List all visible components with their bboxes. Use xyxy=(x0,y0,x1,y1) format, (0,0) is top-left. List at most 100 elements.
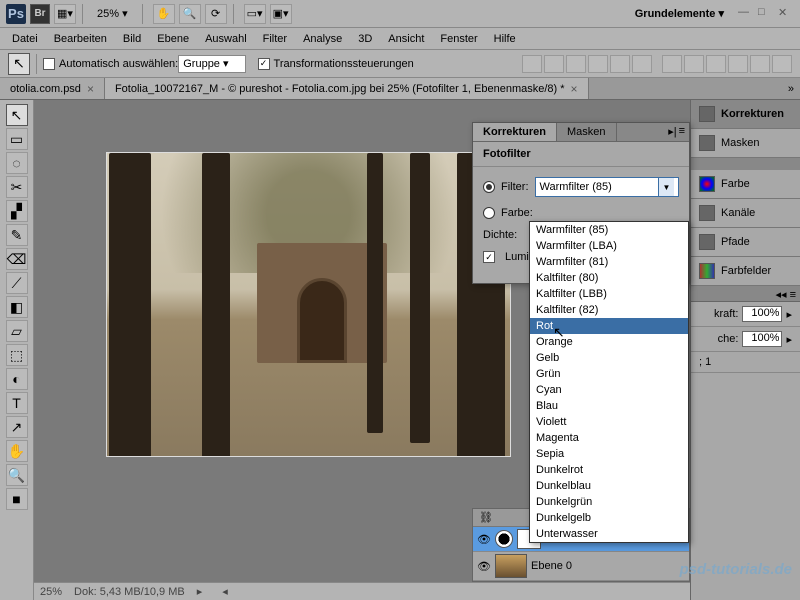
dropdown-item[interactable]: Sepia xyxy=(530,446,688,462)
shape-tool[interactable]: ▱ xyxy=(6,320,28,342)
document-tab[interactable]: otolia.com.psd× xyxy=(0,78,105,99)
chevron-down-icon[interactable]: ▼ xyxy=(658,178,674,196)
dropdown-item[interactable]: Warmfilter (LBA) xyxy=(530,238,688,254)
filter-dropdown[interactable]: Warmfilter (85) ▼ xyxy=(535,177,680,197)
farbe-radio[interactable] xyxy=(483,207,495,219)
gradient-tool[interactable]: ◧ xyxy=(6,296,28,318)
distribute-btn[interactable] xyxy=(706,55,726,73)
dropdown-item[interactable]: Kaltfilter (80) xyxy=(530,270,688,286)
eraser-tool[interactable]: ⌫ xyxy=(6,248,28,270)
distribute-btn[interactable] xyxy=(772,55,792,73)
dropdown-item[interactable]: Violett xyxy=(530,414,688,430)
dodge-tool[interactable]: ◐ xyxy=(6,368,28,390)
type-tool[interactable]: T xyxy=(6,392,28,414)
dropdown-item[interactable]: Dunkelblau xyxy=(530,478,688,494)
panel-kanaele[interactable]: Kanäle xyxy=(691,199,800,228)
dropdown-item[interactable]: Warmfilter (85) xyxy=(530,222,688,238)
arrange-icon[interactable]: ▭▾ xyxy=(244,4,266,24)
bridge-icon[interactable]: Br xyxy=(30,4,50,24)
distribute-btn[interactable] xyxy=(728,55,748,73)
path-tool[interactable]: ↗ xyxy=(6,416,28,438)
marquee-tool[interactable]: ▭ xyxy=(6,128,28,150)
filter-radio[interactable] xyxy=(483,181,495,193)
menu-ansicht[interactable]: Ansicht xyxy=(388,33,424,45)
zoom-tool-icon[interactable]: 🔍 xyxy=(179,4,201,24)
maximize-icon[interactable]: □ xyxy=(758,6,774,22)
ps-app-icon[interactable]: Ps xyxy=(6,4,26,24)
patch-tool[interactable]: ▞ xyxy=(6,200,28,222)
auto-select-dropdown[interactable]: Gruppe ▾ xyxy=(178,55,245,73)
panel-farbfelder[interactable]: Farbfelder xyxy=(691,257,800,286)
dropdown-item[interactable]: Dunkelrot xyxy=(530,462,688,478)
luminanz-checkbox[interactable]: ✓ xyxy=(483,251,495,263)
tab-close-icon[interactable]: × xyxy=(87,82,94,96)
dropdown-item[interactable]: Orange xyxy=(530,334,688,350)
distribute-btn[interactable] xyxy=(684,55,704,73)
tab-overflow-icon[interactable]: » xyxy=(782,78,800,99)
filter-dropdown-list[interactable]: Warmfilter (85)Warmfilter (LBA)Warmfilte… xyxy=(529,221,689,543)
minimize-icon[interactable]: — xyxy=(738,6,754,22)
opacity-input[interactable]: 100% xyxy=(742,306,782,322)
align-btn[interactable] xyxy=(632,55,652,73)
move-tool-indicator[interactable]: ↖ xyxy=(8,53,30,75)
menu-bild[interactable]: Bild xyxy=(123,33,141,45)
brush-tool[interactable]: ✎ xyxy=(6,224,28,246)
dropdown-item[interactable]: Grün xyxy=(530,366,688,382)
dropdown-item[interactable]: Kaltfilter (LBB) xyxy=(530,286,688,302)
menu-filter[interactable]: Filter xyxy=(263,33,287,45)
hand-tool-icon[interactable]: ✋ xyxy=(153,4,175,24)
menu-ebene[interactable]: Ebene xyxy=(157,33,189,45)
launch-icon[interactable]: ▦▾ xyxy=(54,4,76,24)
zoom-level[interactable]: 25% ▾ xyxy=(97,7,128,20)
menu-bearbeiten[interactable]: Bearbeiten xyxy=(54,33,107,45)
hand-tool[interactable]: ✋ xyxy=(6,440,28,462)
dropdown-item[interactable]: Rot xyxy=(530,318,688,334)
tab-korrekturen[interactable]: Korrekturen xyxy=(473,123,557,141)
zoom-tool[interactable]: 🔍 xyxy=(6,464,28,486)
screen-mode-icon[interactable]: ▣▾ xyxy=(270,4,292,24)
pen-tool[interactable]: ⟋ xyxy=(6,272,28,294)
fill-input[interactable]: 100% xyxy=(742,331,782,347)
dropdown-item[interactable]: Blau xyxy=(530,398,688,414)
selection-tool[interactable]: ⬚ xyxy=(6,344,28,366)
menu-datei[interactable]: Datei xyxy=(12,33,38,45)
dropdown-item[interactable]: Warmfilter (81) xyxy=(530,254,688,270)
align-btn[interactable] xyxy=(544,55,564,73)
menu-3d[interactable]: 3D xyxy=(358,33,372,45)
dropdown-item[interactable]: Dunkelgelb xyxy=(530,510,688,526)
dropdown-item[interactable]: Cyan xyxy=(530,382,688,398)
tab-close-icon[interactable]: × xyxy=(571,82,578,96)
dropdown-item[interactable]: Dunkelgrün xyxy=(530,494,688,510)
crop-tool[interactable]: ✂ xyxy=(6,176,28,198)
workspace-preset[interactable]: Grundelemente ▾ xyxy=(635,7,724,20)
visibility-icon[interactable]: 👁 xyxy=(477,532,491,546)
layer-row-base[interactable]: 👁 Ebene 0 xyxy=(473,552,689,581)
dropdown-item[interactable]: Gelb xyxy=(530,350,688,366)
layer-name[interactable]: Ebene 0 xyxy=(531,560,572,572)
align-btn[interactable] xyxy=(566,55,586,73)
color-swatch[interactable]: ■ xyxy=(6,488,28,510)
distribute-btn[interactable] xyxy=(662,55,682,73)
align-btn[interactable] xyxy=(522,55,542,73)
menu-hilfe[interactable]: Hilfe xyxy=(494,33,516,45)
dropdown-item[interactable]: Unterwasser xyxy=(530,526,688,542)
dropdown-item[interactable]: Magenta xyxy=(530,430,688,446)
move-tool[interactable]: ↖ xyxy=(6,104,28,126)
panel-pfade[interactable]: Pfade xyxy=(691,228,800,257)
layer-link-icon[interactable]: ⛓ xyxy=(479,511,493,524)
distribute-btn[interactable] xyxy=(750,55,770,73)
tab-masken[interactable]: Masken xyxy=(557,123,617,141)
panel-korrekturen[interactable]: Korrekturen xyxy=(691,100,800,129)
align-btn[interactable] xyxy=(588,55,608,73)
panel-masken[interactable]: Masken xyxy=(691,129,800,158)
panel-farbe[interactable]: Farbe xyxy=(691,170,800,199)
menu-analyse[interactable]: Analyse xyxy=(303,33,342,45)
menu-auswahl[interactable]: Auswahl xyxy=(205,33,247,45)
align-btn[interactable] xyxy=(610,55,630,73)
transform-checkbox[interactable]: ✓ xyxy=(258,58,270,70)
dropdown-item[interactable]: Kaltfilter (82) xyxy=(530,302,688,318)
close-icon[interactable]: ✕ xyxy=(778,6,794,22)
expand-icon[interactable]: ▸| xyxy=(668,125,676,139)
auto-select-checkbox[interactable] xyxy=(43,58,55,70)
panel-menu-icon[interactable]: ≡ xyxy=(679,125,685,139)
